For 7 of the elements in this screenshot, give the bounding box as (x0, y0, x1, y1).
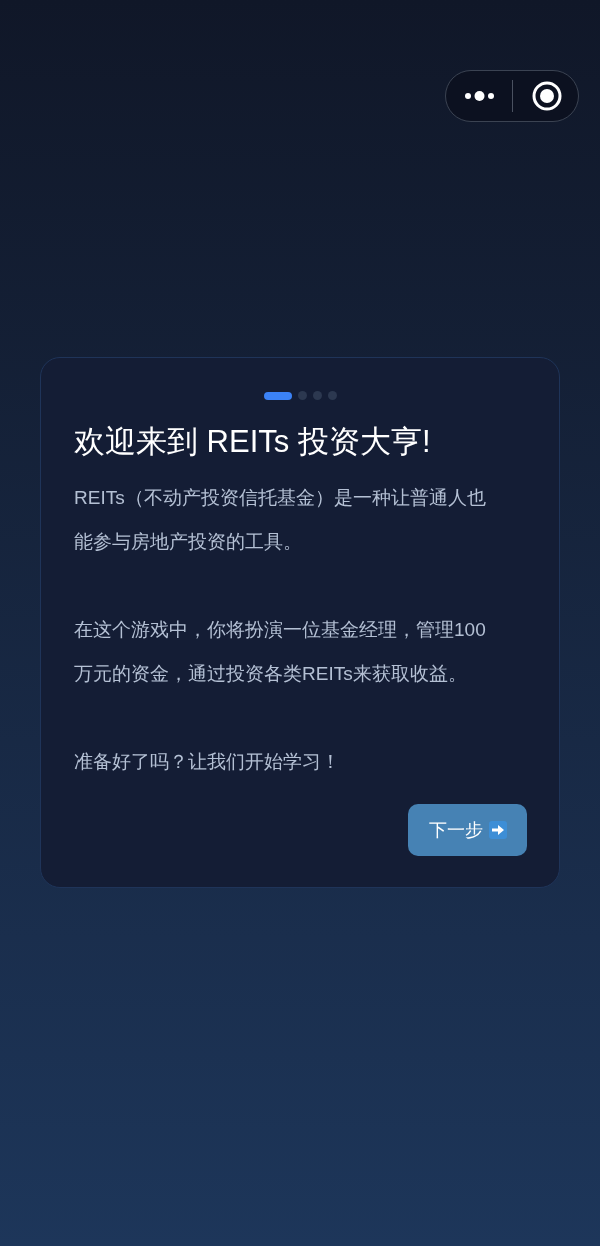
next-step-button[interactable]: 下一步 (408, 804, 527, 856)
circle-dot-icon[interactable] (532, 81, 562, 111)
more-icon[interactable] (465, 90, 494, 102)
intro-paragraph: 在这个游戏中，你将扮演一位基金经理，管理100万元的资金，通过投资各类REITs来获取收益。 (74, 618, 487, 686)
intro-paragraph: REITs（不动产投资信托基金）是一种让普通人也能参与房地产投资的工具。 (74, 486, 487, 554)
intro-paragraph: 准备好了吗？让我们开始学习！ (74, 750, 341, 774)
welcome-title: 欢迎来到 REITs 投资大亨! (74, 424, 432, 460)
